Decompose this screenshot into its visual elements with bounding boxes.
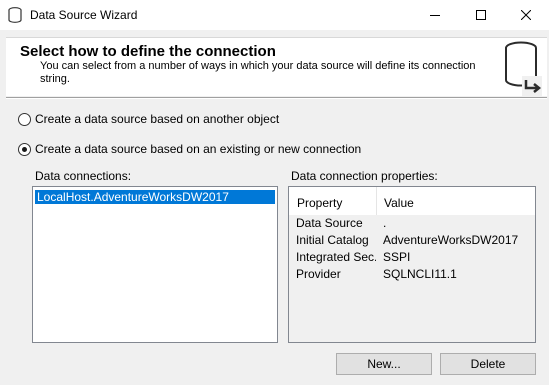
radio-button[interactable] [18, 113, 31, 126]
maximize-button[interactable] [458, 0, 504, 30]
minimize-button[interactable] [412, 0, 458, 30]
property-key: Integrated Sec... [296, 250, 376, 264]
title-bar: Data Source Wizard [0, 0, 549, 30]
database-icon [8, 7, 22, 23]
data-connection-properties-label: Data connection properties: [291, 169, 438, 183]
column-header-value[interactable]: Value [384, 196, 414, 210]
data-connections-label: Data connections: [35, 169, 132, 183]
window-title: Data Source Wizard [30, 8, 138, 22]
delete-connection-button[interactable]: Delete [440, 353, 536, 375]
column-divider[interactable] [376, 187, 377, 215]
table-row: Integrated Sec... SSPI [289, 250, 535, 267]
property-key: Provider [296, 267, 341, 281]
table-row: Provider SQLNCLI11.1 [289, 267, 535, 284]
wizard-header: Select how to define the connection You … [6, 37, 547, 96]
table-row: Initial Catalog AdventureWorksDW2017 [289, 233, 535, 250]
table-row: Data Source . [289, 216, 535, 233]
grid-header: Property Value [289, 187, 535, 215]
data-source-wizard-window: Data Source Wizard Select how to define … [0, 0, 549, 385]
close-button[interactable] [503, 0, 549, 30]
column-header-property[interactable]: Property [297, 196, 342, 210]
page-title: Select how to define the connection [20, 43, 276, 60]
header-separator [6, 97, 547, 99]
property-key: Data Source [296, 216, 363, 230]
minimize-icon [430, 15, 440, 16]
new-connection-button[interactable]: New... [336, 353, 432, 375]
property-value: SSPI [383, 250, 411, 264]
radio-button-selected[interactable] [18, 143, 31, 156]
maximize-icon [476, 10, 486, 20]
database-arrow-icon [502, 40, 544, 96]
close-icon [521, 10, 531, 20]
property-key: Initial Catalog [296, 233, 369, 247]
property-value: SQLNCLI11.1 [383, 267, 457, 281]
radio-label: Create a data source based on another ob… [35, 112, 280, 126]
property-value: AdventureWorksDW2017 [383, 233, 519, 247]
property-value: . [383, 216, 387, 230]
list-item-selected[interactable]: LocalHost.AdventureWorksDW2017 [35, 190, 275, 204]
data-connections-list[interactable]: LocalHost.AdventureWorksDW2017 [32, 186, 278, 343]
page-description: You can select from a number of ways in … [40, 60, 476, 85]
radio-label: Create a data source based on an existin… [35, 142, 362, 156]
connection-properties-grid: Property Value Data Source . Initial Cat… [288, 186, 536, 343]
